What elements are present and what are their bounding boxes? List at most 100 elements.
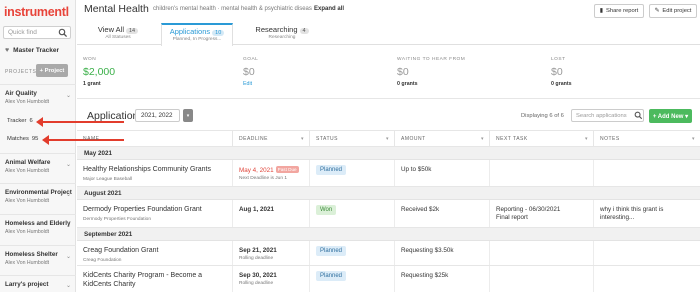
project-air-quality[interactable]: Air Quality — [5, 90, 37, 97]
column-name[interactable]: NAME — [77, 131, 232, 147]
tab-sublabel: All Statuses — [105, 35, 131, 40]
column-status[interactable]: STATUS ▾ — [309, 131, 394, 147]
status-tabs: View All 14 All Statuses Applications 10 P… — [77, 23, 700, 46]
grant-name[interactable]: Healthy Relationships Community Grants — [83, 166, 232, 175]
divider — [0, 84, 76, 85]
status-badge[interactable]: Won — [316, 205, 337, 215]
caret-down-icon: ▾ — [186, 112, 190, 119]
year-select[interactable]: 2021, 2022 — [135, 109, 180, 122]
edit-goal-link[interactable]: Edit — [243, 81, 258, 87]
table-row[interactable]: Dermody Properties Foundation Grant Dermo… — [77, 200, 700, 228]
amount: Requesting $25k — [401, 272, 449, 279]
chevron-down-icon[interactable]: ⌄ — [66, 92, 71, 99]
status-badge[interactable]: Planned — [316, 246, 347, 256]
tab-label: Researching — [255, 25, 298, 34]
funder-name: Major League Baseball — [83, 176, 133, 182]
stat-label: LOST — [551, 57, 566, 62]
amount: Received $2k — [401, 206, 440, 213]
add-new-button[interactable]: + Add New ▾ — [649, 109, 692, 123]
project-larrys[interactable]: Larry's project — [5, 281, 49, 288]
divider — [0, 183, 76, 184]
project-homeless-elderly[interactable]: Homeless and Elderly — [5, 220, 70, 227]
add-project-button[interactable]: + Project — [36, 64, 68, 77]
project-homeless-shelter[interactable]: Homeless Shelter — [5, 251, 58, 258]
table-row[interactable]: Creag Foundation Grant Creag Foundation S… — [77, 241, 700, 266]
expand-all-link[interactable]: Expand all — [314, 6, 344, 12]
tab-researching[interactable]: Researching 4 Researching — [249, 23, 315, 45]
table-row[interactable]: KidCents Charity Program - Become a KidC… — [77, 266, 700, 292]
stat-value: $0 — [397, 66, 409, 78]
deadline: Sep 30, 2021 — [239, 272, 277, 279]
chevron-down-icon[interactable]: ⌄ — [66, 253, 71, 260]
sidebar-item-matches[interactable]: Matches 95 — [7, 136, 38, 142]
stat-lost: LOST $0 0 grants — [551, 57, 572, 87]
group-header: May 2021 — [77, 147, 700, 160]
funder-name: Creag Foundation — [83, 257, 122, 263]
sidebar: instrumentl ♥ Master Tracker PROJECTS + … — [0, 0, 76, 292]
amount: Requesting $3.50k — [401, 247, 454, 254]
divider — [0, 214, 76, 215]
chevron-down-icon[interactable]: ⌄ — [66, 161, 71, 168]
master-tracker-label: Master Tracker — [13, 47, 60, 54]
status-badge[interactable]: Planned — [316, 271, 347, 281]
column-next-task[interactable]: NEXT TASK ▾ — [489, 131, 593, 147]
divider — [0, 153, 76, 154]
displaying-count: Displaying 6 of 6 — [521, 113, 564, 119]
project-owner: Alex Von Humboldt — [5, 229, 50, 235]
stat-won: WON $2,000 1 grant — [83, 57, 115, 87]
tab-view-all[interactable]: View All 14 All Statuses — [85, 23, 151, 45]
next-task: Reporting - 06/30/2021 — [496, 206, 561, 213]
count-badge: 14 — [126, 28, 139, 34]
chevron-down-icon[interactable]: ⌄ — [66, 222, 71, 229]
chevron-down-icon[interactable]: ⌄ — [66, 191, 71, 198]
sort-icon: ▾ — [691, 136, 695, 142]
stat-label: WAITING TO HEAR FROM — [397, 57, 466, 62]
sort-icon: ▾ — [584, 136, 588, 142]
pencil-icon: ✎ — [654, 8, 660, 14]
logo[interactable]: instrumentl — [4, 5, 69, 19]
stat-label: GOAL — [243, 57, 259, 62]
column-label: NAME — [83, 136, 100, 142]
column-amount[interactable]: AMOUNT ▾ — [394, 131, 489, 147]
table-header: NAME DEADLINE ▾ STATUS ▾ AMOUNT ▾ NEXT TASK… — [77, 130, 700, 147]
edit-project-button[interactable]: ✎ Edit project — [649, 4, 697, 18]
tab-applications[interactable]: Applications 10 Planned, In Progress... — [161, 23, 233, 46]
year-dropdown-button[interactable]: ▾ — [183, 109, 193, 122]
grant-name[interactable]: KidCents Charity Program - Become a KidC… — [83, 272, 232, 289]
matches-count: 95 — [31, 136, 39, 142]
column-deadline[interactable]: DEADLINE ▾ — [232, 131, 309, 147]
column-notes[interactable]: NOTES ▾ — [593, 131, 700, 147]
divider — [77, 98, 700, 99]
stat-waiting: WAITING TO HEAR FROM $0 0 grants — [397, 57, 465, 87]
tab-sublabel: Planned, In Progress... — [172, 37, 222, 42]
table-row[interactable]: Healthy Relationships Community Grants Ma… — [77, 160, 700, 187]
project-owner: Alex Von Humboldt — [5, 99, 50, 105]
heart-icon: ♥ — [5, 47, 10, 54]
tab-sublabel: Researching — [268, 35, 296, 40]
project-owner: Alex Von Humboldt — [5, 168, 50, 174]
project-animal-welfare[interactable]: Animal Welfare — [5, 159, 50, 166]
master-tracker-link[interactable]: ♥ Master Tracker — [5, 47, 59, 54]
share-report-button[interactable]: ▮ Share report — [594, 4, 644, 18]
share-report-label: Share report — [605, 8, 639, 14]
project-environmental[interactable]: Environmental Project — [5, 189, 72, 196]
grant-name[interactable]: Dermody Properties Foundation Grant — [83, 206, 232, 215]
page-title: Mental Health — [84, 3, 149, 15]
deadline: Aug 1, 2021 — [239, 206, 274, 213]
grant-name[interactable]: Creag Foundation Grant — [83, 247, 232, 256]
next-task-detail: Final report — [496, 214, 528, 221]
stat-sub: 0 grants — [551, 81, 572, 87]
stat-value: $0 — [243, 66, 255, 78]
search-icon[interactable] — [58, 28, 68, 38]
deadline-note: Rolling deadline — [239, 281, 274, 286]
chevron-down-icon[interactable]: ⌄ — [66, 282, 71, 289]
chart-icon: ▮ — [599, 8, 603, 14]
project-keywords: children's mental health · mental health… — [153, 6, 312, 12]
project-owner: Alex Von Humboldt — [5, 260, 50, 266]
sidebar-item-tracker[interactable]: Tracker 6 — [7, 118, 33, 124]
matches-label: Matches — [7, 136, 29, 142]
status-badge[interactable]: Planned — [316, 165, 347, 175]
column-label: NOTES — [600, 136, 620, 142]
funder-name: Dermody Properties Foundation — [83, 216, 151, 222]
search-icon[interactable] — [634, 111, 643, 120]
